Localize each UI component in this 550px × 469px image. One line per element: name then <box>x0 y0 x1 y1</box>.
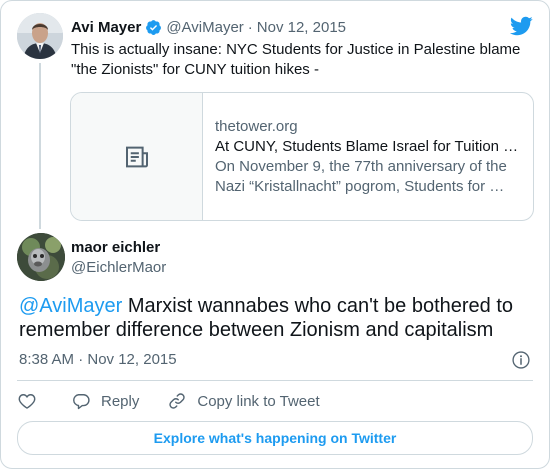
parent-tweet-date[interactable]: Nov 12, 2015 <box>257 19 346 36</box>
reply-label: Reply <box>101 392 140 410</box>
reply-icon <box>73 394 90 410</box>
separator-dot: · <box>247 18 253 36</box>
parent-author-name[interactable]: Avi Mayer <box>71 19 141 36</box>
explore-twitter-button[interactable]: Explore what's happening on Twitter <box>17 421 533 455</box>
parent-author-handle[interactable]: @AviMayer <box>166 19 243 36</box>
parent-tweet-text: This is actually insane: NYC Students fo… <box>71 41 521 78</box>
twitter-bird-icon[interactable] <box>509 14 533 38</box>
thread-line <box>39 63 41 229</box>
reply-button[interactable]: Reply <box>71 391 139 411</box>
info-icon[interactable] <box>511 350 531 370</box>
maor-eichler-avatar[interactable] <box>17 233 65 281</box>
reply-timestamp[interactable]: 8:38 AM · Nov 12, 2015 <box>19 351 177 368</box>
copy-link-button[interactable]: Copy link to Tweet <box>167 391 320 411</box>
link-icon <box>169 393 186 409</box>
link-domain: thetower.org <box>215 117 298 135</box>
divider <box>17 380 533 381</box>
link-preview-card[interactable]: thetower.org At CUNY, Students Blame Isr… <box>70 92 534 221</box>
parent-author-row: Avi Mayer @AviMayer · Nov 12, 2015 <box>71 16 346 38</box>
avi-mayer-avatar[interactable] <box>17 13 63 59</box>
article-icon <box>125 146 148 167</box>
reply-tweet-text: @AviMayer Marxist wannabes who can't be … <box>19 294 535 342</box>
copy-link-label: Copy link to Tweet <box>197 392 320 410</box>
reply-author-name[interactable]: maor eichler <box>71 239 160 256</box>
verified-badge-icon <box>146 19 162 35</box>
like-button[interactable] <box>17 391 37 411</box>
link-card-body: thetower.org At CUNY, Students Blame Isr… <box>203 93 533 220</box>
link-thumbnail <box>71 93 203 220</box>
avatar-photo <box>17 233 65 281</box>
tweet-actions: Reply Copy link to Tweet <box>17 389 348 413</box>
tweet-embed-card: Avi Mayer @AviMayer · Nov 12, 2015 This … <box>0 0 550 469</box>
link-description: On November 9, the 77th anniversary of t… <box>215 157 507 195</box>
avatar-photo <box>17 13 63 59</box>
heart-icon <box>18 394 36 409</box>
reply-author-handle[interactable]: @EichlerMaor <box>71 259 166 276</box>
mention-link[interactable]: @AviMayer <box>19 295 122 317</box>
link-title[interactable]: At CUNY, Students Blame Israel for Tuiti… <box>215 137 521 157</box>
